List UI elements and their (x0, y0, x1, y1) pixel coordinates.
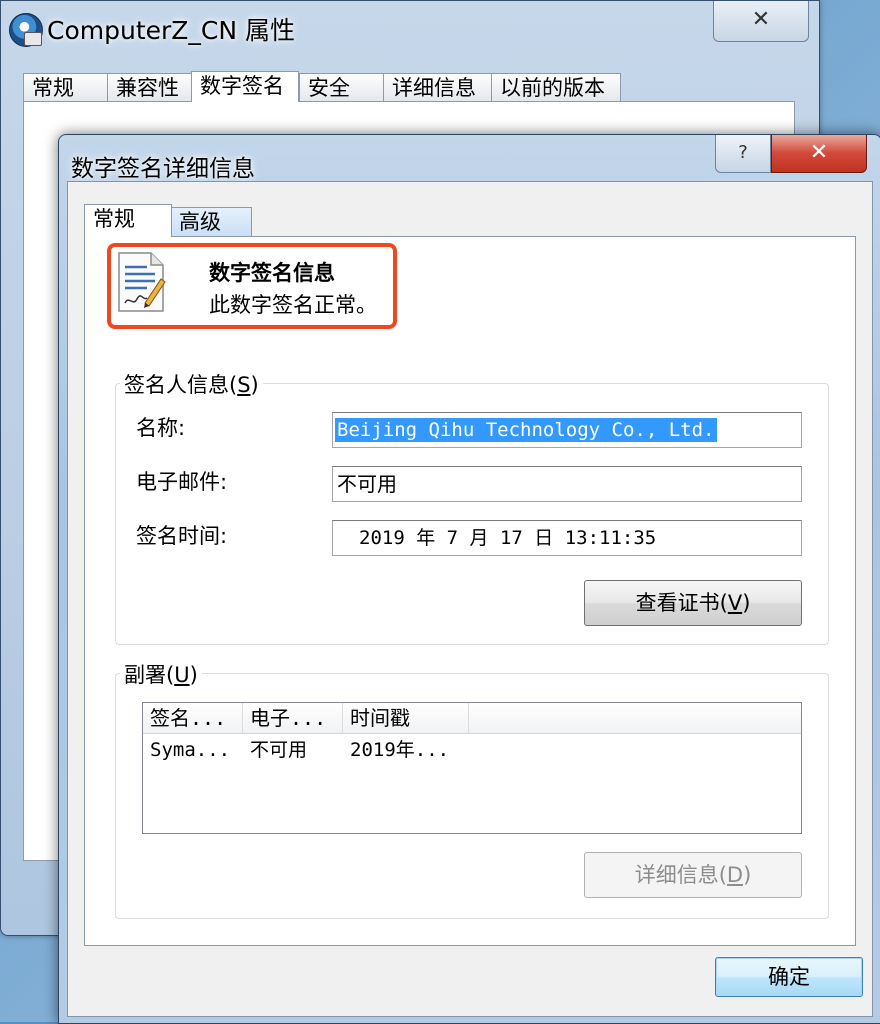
countersignature-list[interactable]: 签名... 电子... 时间戳 Syma... 不可用 2019年... (142, 702, 802, 834)
ok-button[interactable]: 确定 (715, 957, 863, 997)
tab-digital-signatures[interactable]: 数字签名 (191, 71, 299, 102)
tab-details[interactable]: 详细信息 (383, 73, 493, 101)
list-header: 签名... 电子... 时间戳 (143, 703, 801, 734)
signing-time-field[interactable]: 2019 年 7 月 17 日 13:11:35 (332, 520, 802, 556)
signing-time-label: 签名时间: (136, 524, 228, 548)
general-tab-panel: 数字签名信息 此数字签名正常。 签名人信息(S) 名称: Beijing Qih… (84, 236, 856, 946)
countersignatures-legend: 副署(U) (120, 659, 202, 689)
tab-security[interactable]: 安全 (299, 73, 385, 101)
tab-advanced[interactable]: 高级 (170, 207, 252, 237)
details-button[interactable]: 详细信息(D) (584, 852, 802, 898)
countersignatures-group: 副署(U) 签名... 电子... 时间戳 Syma... 不可用 2019年.… (115, 659, 829, 919)
column-header-email[interactable]: 电子... (243, 703, 343, 733)
tab-general[interactable]: 常规 (84, 204, 172, 237)
name-field[interactable]: Beijing Qihu Technology Co., Ltd. (332, 412, 802, 448)
column-header-timestamp[interactable]: 时间戳 (343, 703, 469, 733)
cell-timestamp: 2019年... (350, 739, 450, 761)
dialog-title: 数字签名详细信息 (71, 156, 255, 182)
column-header-signer[interactable]: 签名... (143, 703, 243, 733)
dialog-close-button[interactable]: ✕ (771, 135, 867, 173)
list-item[interactable]: Syma... 不可用 2019年... (143, 735, 801, 765)
highlight-annotation (107, 243, 397, 329)
help-button[interactable]: ? (715, 135, 771, 173)
cell-signer: Syma... (150, 739, 231, 761)
signature-details-dialog: 数字签名详细信息 ? ✕ 常规 高级 数字签名信息 此数字签名正常。 签名人信息… (58, 134, 880, 1024)
tab-compatibility[interactable]: 兼容性 (107, 73, 193, 101)
computerz-app-icon (9, 13, 43, 47)
name-value: Beijing Qihu Technology Co., Ltd. (335, 418, 717, 442)
properties-close-button[interactable]: ✕ (713, 1, 809, 42)
properties-titlebar: ComputerZ_CN 属性 ✕ (1, 1, 819, 59)
signer-info-group: 签名人信息(S) 名称: Beijing Qihu Technology Co.… (115, 369, 829, 645)
view-certificate-button[interactable]: 查看证书(V) (584, 580, 802, 626)
tab-general-bg[interactable]: 常规 (23, 73, 109, 101)
dialog-client-area: 常规 高级 数字签名信息 此数字签名正常。 签名人信息(S) 名称: Beiji… (67, 181, 873, 1017)
properties-window-title: ComputerZ_CN 属性 (47, 16, 296, 45)
cell-email: 不可用 (250, 739, 308, 761)
tab-previous-versions[interactable]: 以前的版本 (491, 73, 621, 101)
name-label: 名称: (136, 416, 186, 440)
email-label: 电子邮件: (136, 470, 228, 494)
signer-info-legend: 签名人信息(S) (120, 369, 263, 399)
email-field[interactable]: 不可用 (332, 466, 802, 502)
